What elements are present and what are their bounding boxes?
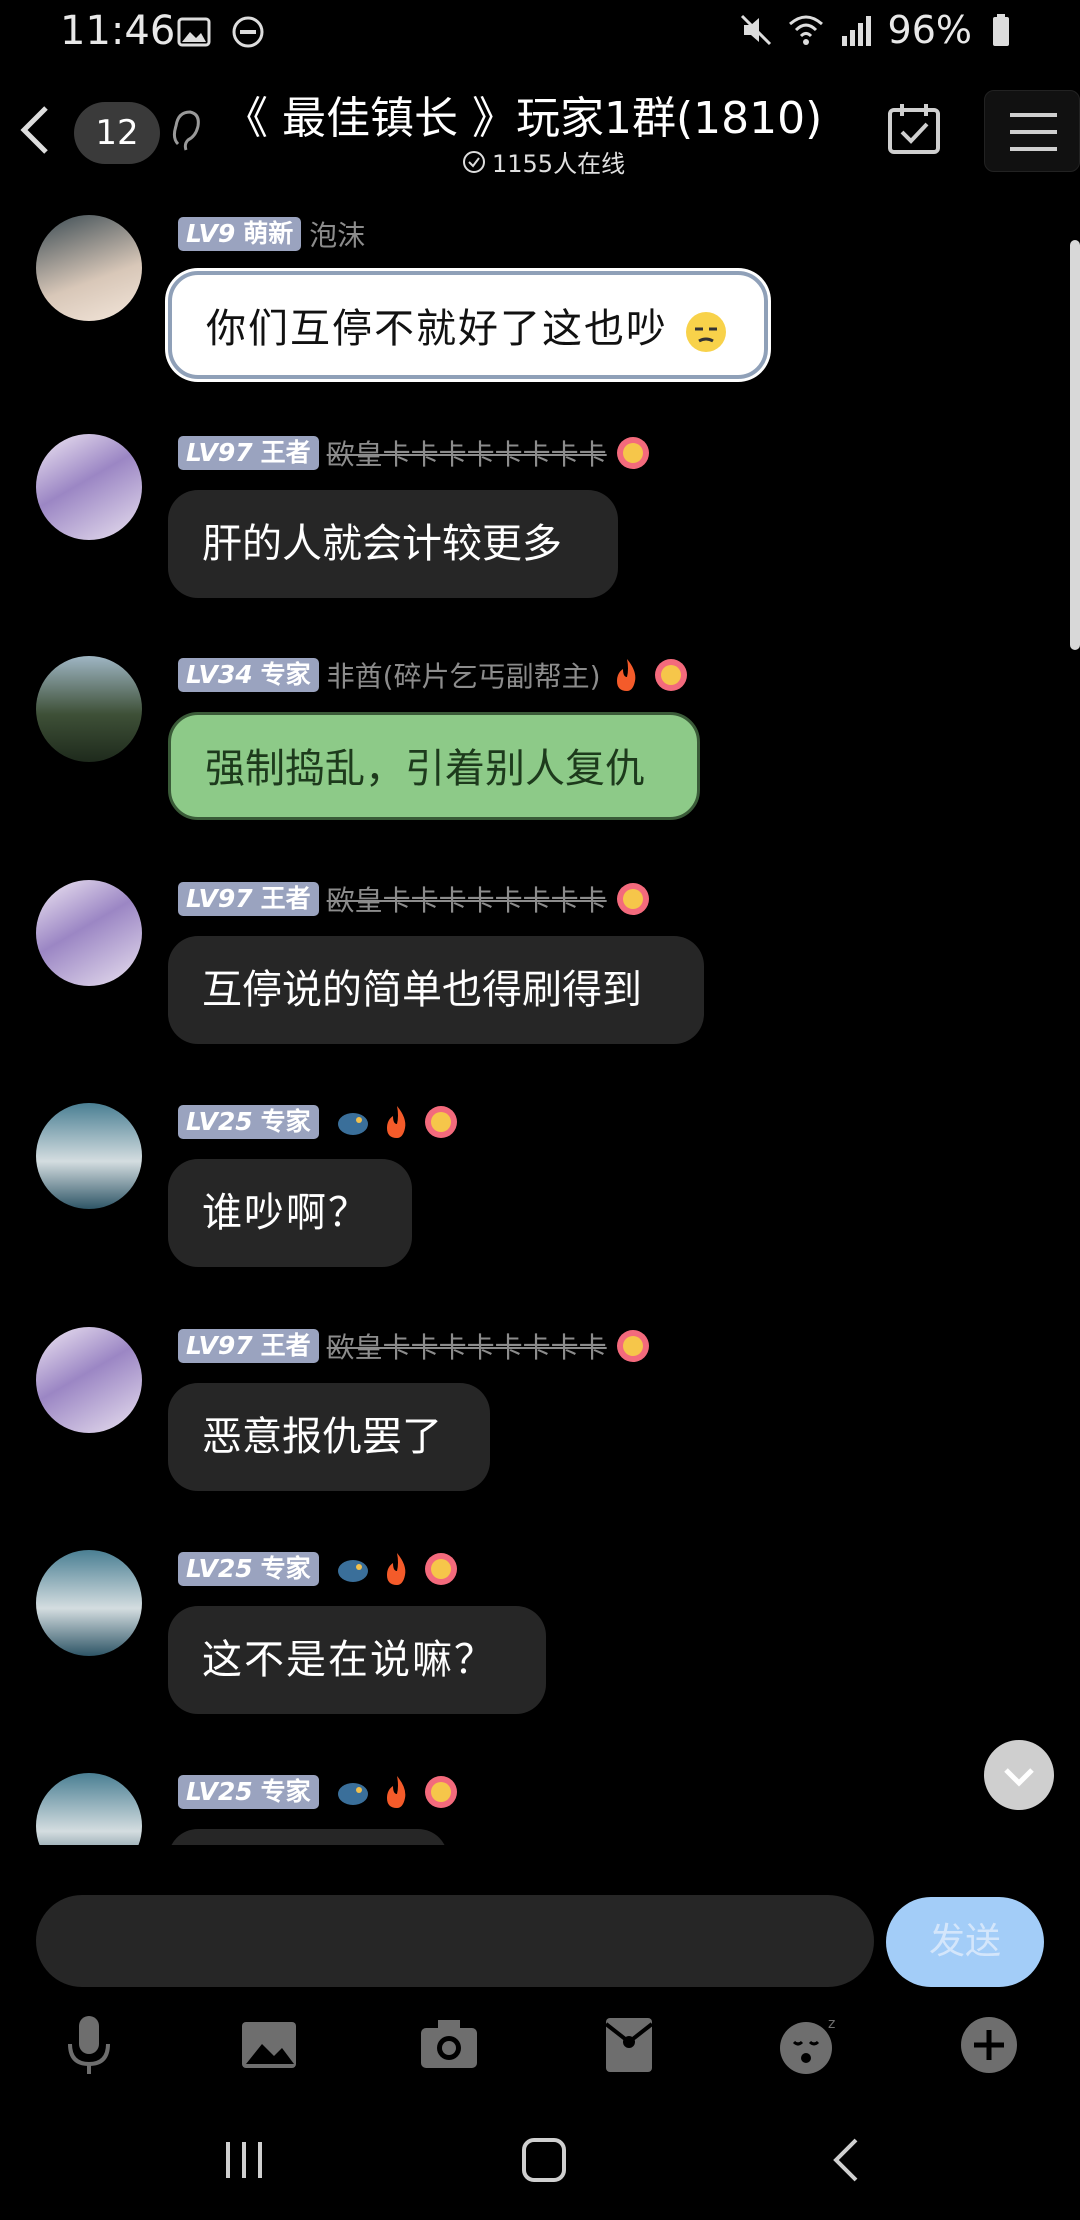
- dragon-emoji-icon: [337, 1783, 368, 1805]
- message-bubble[interactable]: 互停说的简单也得刷得到: [168, 936, 704, 1044]
- recent-apps-icon[interactable]: [214, 2130, 274, 2190]
- sticker-icon[interactable]: z: [776, 2012, 842, 2078]
- fire-emoji-icon: [616, 659, 635, 691]
- chevron-down-icon: [1004, 1768, 1034, 1787]
- avatar[interactable]: [36, 1103, 142, 1209]
- avatar[interactable]: [36, 656, 142, 762]
- calendar-check-icon[interactable]: [884, 100, 944, 160]
- avatar[interactable]: [36, 1550, 142, 1656]
- dnd-icon: [232, 16, 264, 48]
- message-text: 你们互停不就好了这也吵: [206, 306, 668, 352]
- avatar[interactable]: [36, 880, 142, 986]
- unread-count-badge[interactable]: 12: [74, 102, 160, 164]
- message-text: 恶意报仇罢了: [202, 1414, 442, 1460]
- online-count: 1155人在线: [492, 150, 626, 178]
- image-notification-icon: [177, 17, 211, 47]
- flower-emoji-icon: [616, 1330, 649, 1362]
- send-button[interactable]: 发送: [886, 1897, 1044, 1987]
- group-title: 《 最佳镇长 》玩家1群(1810): [224, 93, 823, 144]
- flower-emoji-icon: [424, 1776, 457, 1808]
- message-item: LV25 专家: [0, 1773, 1080, 1845]
- signal-icon: [841, 16, 871, 46]
- sweat-emoji-icon: [685, 312, 726, 352]
- scroll-to-bottom-button[interactable]: [984, 1740, 1054, 1810]
- avatar[interactable]: [36, 1327, 142, 1433]
- mute-icon: [740, 14, 771, 46]
- message-item: LV97 王者 欧皇卡卡卡卡卡卡卡卡 恶意报仇罢了: [0, 1327, 1080, 1497]
- flower-emoji-icon: [616, 883, 649, 915]
- level-badge: LV25 专家: [178, 1775, 319, 1809]
- flower-emoji-icon: [616, 437, 649, 469]
- level-badge: LV34 专家: [178, 658, 319, 692]
- sender-name: 欧皇卡卡卡卡卡卡卡卡: [326, 1331, 607, 1364]
- message-bubble[interactable]: 你们互停不就好了这也吵: [168, 271, 768, 379]
- back-nav-icon[interactable]: [818, 2130, 878, 2190]
- fire-emoji-icon: [386, 1553, 405, 1585]
- composer-toolbar: z: [0, 2012, 1080, 2078]
- status-time: 11:46: [60, 8, 176, 54]
- message-bubble[interactable]: [168, 1829, 448, 1845]
- message-item: LV97 王者 欧皇卡卡卡卡卡卡卡卡 互停说的简单也得刷得到: [0, 880, 1080, 1050]
- sender-name: 欧皇卡卡卡卡卡卡卡卡: [326, 884, 607, 917]
- message-bubble[interactable]: 这不是在说嘛？: [168, 1606, 546, 1714]
- flower-emoji-icon: [424, 1106, 457, 1138]
- status-bar: 11:46 96%: [0, 0, 1080, 64]
- menu-button[interactable]: [984, 90, 1080, 172]
- online-check-icon: [463, 150, 485, 173]
- plus-icon[interactable]: [956, 2012, 1022, 2078]
- battery-icon: [993, 14, 1009, 46]
- hamburger-icon: [1010, 113, 1057, 151]
- red-packet-icon[interactable]: [596, 2012, 662, 2078]
- image-icon[interactable]: [236, 2012, 302, 2078]
- message-item: LV9 萌新 泡沫 你们互停不就好了这也吵: [0, 215, 1080, 385]
- dragon-emoji-icon: [337, 1113, 368, 1135]
- microphone-icon[interactable]: [56, 2012, 122, 2078]
- message-bubble[interactable]: 恶意报仇罢了: [168, 1383, 490, 1491]
- message-bubble[interactable]: 肝的人就会计较更多: [168, 490, 618, 598]
- fire-emoji-icon: [386, 1106, 405, 1138]
- message-input[interactable]: [36, 1895, 874, 1987]
- message-text: 这不是在说嘛？: [202, 1637, 496, 1683]
- message-text: 强制捣乱，引着别人复仇: [205, 746, 645, 792]
- flower-emoji-icon: [654, 659, 687, 691]
- message-list[interactable]: LV9 萌新 泡沫 你们互停不就好了这也吵 LV97 王者 欧皇卡卡卡卡卡卡卡卡 肝…: [0, 190, 1080, 1845]
- level-badge: LV97 王者: [178, 436, 319, 470]
- message-item: LV25 专家 这不是在说嘛？: [0, 1550, 1080, 1720]
- system-navigation-bar: [0, 2130, 1080, 2190]
- back-icon[interactable]: [10, 100, 60, 160]
- online-status: 1155人在线: [462, 144, 625, 179]
- wifi-icon: [788, 15, 823, 45]
- svg-text:z: z: [828, 2016, 835, 2032]
- battery-percent: 96%: [887, 8, 972, 52]
- sender-name: 泡沫: [309, 219, 366, 252]
- level-badge: LV97 王者: [178, 1329, 319, 1363]
- camera-icon[interactable]: [416, 2012, 482, 2078]
- home-icon[interactable]: [514, 2130, 574, 2190]
- message-bubble[interactable]: 谁吵啊？: [168, 1159, 412, 1267]
- fire-emoji-icon: [386, 1776, 405, 1808]
- dragon-emoji-icon: [337, 1560, 368, 1582]
- message-text: 肝的人就会计较更多: [202, 521, 562, 567]
- message-item: LV25 专家 谁吵啊？: [0, 1103, 1080, 1273]
- chat-header: 12 《 最佳镇长 》玩家1群(1810) 1155人在线: [0, 70, 1080, 180]
- level-badge: LV25 专家: [178, 1552, 319, 1586]
- message-text: 谁吵啊？: [202, 1190, 370, 1236]
- message-item: LV34 专家 非酋(碎片乞丐副帮主) 强制捣乱，引着别人复仇: [0, 656, 1080, 836]
- avatar[interactable]: [36, 434, 142, 540]
- avatar[interactable]: [36, 215, 142, 321]
- message-text: 互停说的简单也得刷得到: [202, 967, 642, 1013]
- ear-icon[interactable]: [168, 100, 204, 160]
- avatar[interactable]: [36, 1773, 142, 1845]
- sender-name: 欧皇卡卡卡卡卡卡卡卡: [326, 438, 607, 471]
- level-badge: LV25 专家: [178, 1105, 319, 1139]
- level-badge: LV97 王者: [178, 882, 319, 916]
- message-bubble[interactable]: 强制捣乱，引着别人复仇: [168, 712, 700, 820]
- flower-emoji-icon: [424, 1553, 457, 1585]
- level-badge: LV9 萌新: [178, 217, 302, 251]
- sender-name: 非酋(碎片乞丐副帮主): [326, 660, 601, 693]
- message-item: LV97 王者 欧皇卡卡卡卡卡卡卡卡 肝的人就会计较更多: [0, 434, 1080, 604]
